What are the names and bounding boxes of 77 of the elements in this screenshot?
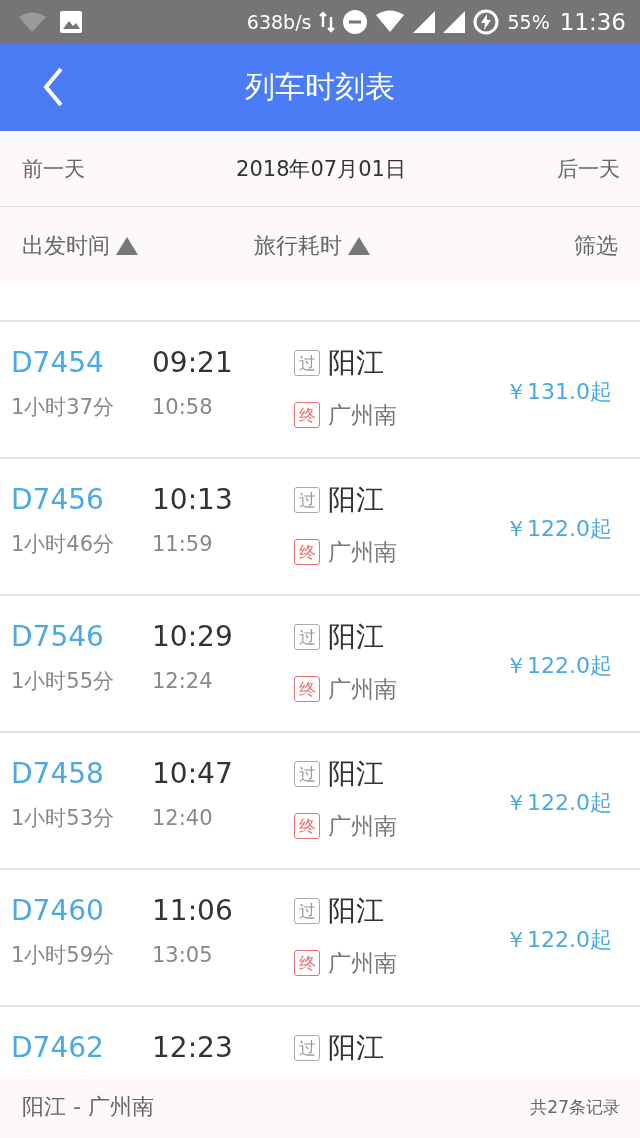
travel-duration: 1小时59分 — [11, 942, 116, 968]
price-label: ￥122.0起 — [505, 652, 612, 680]
station-name: 阳江 — [328, 1030, 384, 1066]
clock: 11:36 — [559, 8, 626, 35]
date-label: 2018年07月01日 — [236, 155, 406, 183]
network-speed: 638b/s — [246, 10, 312, 33]
station-badge: 过 — [294, 761, 320, 787]
station-name: 阳江 — [328, 893, 384, 929]
signal-icon — [413, 10, 436, 33]
arrival-time: 11:59 — [152, 531, 214, 557]
arrival-time: 13:05 — [152, 942, 214, 968]
price-label: ￥131.0起 — [505, 378, 612, 406]
battery-percent: 55% — [507, 10, 550, 33]
train-row[interactable]: D7454 1小时37分 09:21 10:58 过 阳江 终 广州南 ￥131.0起 — [0, 322, 640, 459]
arrival-time: 12:24 — [152, 668, 214, 694]
travel-duration: 1小时53分 — [11, 805, 116, 831]
station-name: 广州南 — [328, 811, 397, 841]
wifi-icon — [375, 9, 406, 34]
station-badge: 过 — [294, 898, 320, 924]
price-label: ￥122.0起 — [505, 789, 612, 817]
travel-duration: 1小时37分 — [11, 394, 116, 420]
station-name: 阳江 — [328, 482, 384, 518]
station-badge: 终 — [294, 539, 320, 565]
train-number: D7458 — [11, 757, 105, 791]
station-name: 阳江 — [328, 345, 384, 381]
station-badge: 终 — [294, 813, 320, 839]
image-icon — [60, 10, 82, 33]
train-number: D7546 — [11, 620, 105, 654]
departure-time: 10:13 — [152, 483, 234, 517]
do-not-disturb-icon — [343, 9, 368, 34]
sort-triangle-icon — [116, 236, 138, 255]
departure-time: 09:21 — [152, 346, 234, 380]
price-label: ￥122.0起 — [505, 515, 612, 543]
station-name: 广州南 — [328, 537, 397, 567]
train-row[interactable]: D7460 1小时59分 11:06 13:05 过 阳江 终 广州南 ￥122.0起 — [0, 870, 640, 1007]
travel-duration: 1小时55分 — [11, 668, 116, 694]
station-name: 广州南 — [328, 948, 397, 978]
station-badge: 终 — [294, 676, 320, 702]
station-name: 广州南 — [328, 400, 397, 430]
station-name: 阳江 — [328, 619, 384, 655]
departure-time: 11:06 — [152, 894, 234, 928]
wifi-icon — [18, 10, 48, 33]
station-name: 广州南 — [328, 674, 397, 704]
back-icon[interactable] — [42, 67, 64, 107]
station-badge: 过 — [294, 350, 320, 376]
train-row[interactable]: D7456 1小时46分 10:13 11:59 过 阳江 终 广州南 ￥122.0起 — [0, 459, 640, 596]
next-day-link[interactable]: 后一天 — [557, 154, 620, 183]
station-badge: 过 — [294, 487, 320, 513]
station-badge: 过 — [294, 1035, 320, 1061]
train-number: D7460 — [11, 894, 105, 928]
page-title: 列车时刻表 — [245, 67, 395, 106]
train-number: D7456 — [11, 483, 105, 517]
sort-triangle-icon — [348, 236, 370, 255]
route-label: 阳江 - 广州南 — [22, 1093, 154, 1121]
departure-time: 12:23 — [152, 1031, 234, 1065]
data-arrows-icon — [319, 10, 336, 33]
train-row[interactable]: D7458 1小时53分 10:47 12:40 过 阳江 终 广州南 ￥122.0起 — [0, 733, 640, 870]
train-row[interactable]: D7546 1小时55分 10:29 12:24 过 阳江 终 广州南 ￥122.0起 — [0, 596, 640, 733]
record-count: 共27条记录 — [530, 1095, 620, 1119]
station-badge: 终 — [294, 402, 320, 428]
train-number: D7462 — [11, 1031, 105, 1065]
filter-button[interactable]: 筛选 — [574, 230, 618, 261]
battery-charging-icon — [473, 8, 500, 35]
station-badge: 终 — [294, 950, 320, 976]
arrival-time: 12:40 — [152, 805, 214, 831]
station-badge: 过 — [294, 624, 320, 650]
signal-icon — [443, 10, 466, 33]
station-name: 阳江 — [328, 756, 384, 792]
train-number: D7454 — [11, 346, 105, 380]
arrival-time: 10:58 — [152, 394, 214, 420]
travel-duration: 1小时46分 — [11, 531, 116, 557]
departure-time: 10:47 — [152, 757, 234, 791]
departure-time: 10:29 — [152, 620, 234, 654]
previous-day-link[interactable]: 前一天 — [22, 154, 85, 183]
price-label: ￥122.0起 — [505, 926, 612, 954]
sort-button[interactable]: 出发时间 — [22, 230, 254, 261]
sort-button[interactable]: 旅行耗时 — [254, 230, 486, 261]
